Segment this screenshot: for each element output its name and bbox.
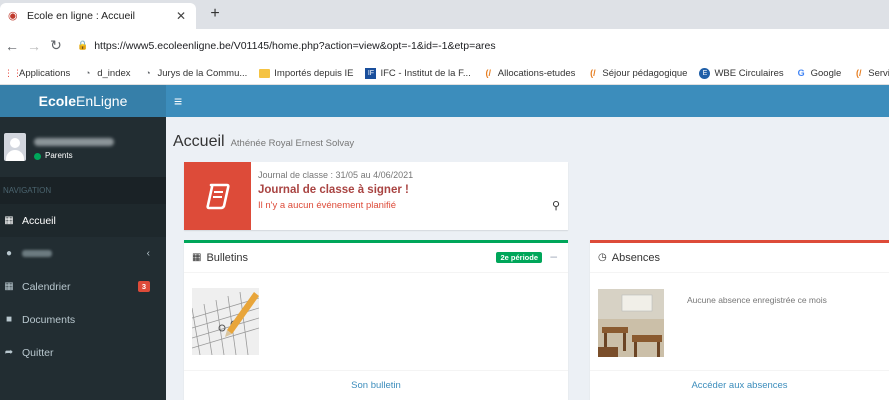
bookmarks-bar: ⋮⋮ Applications ◔ d_index ◔ Jurys de la … xyxy=(0,62,889,85)
url-text: https://www5.ecoleenligne.be/V01145/home… xyxy=(94,39,496,52)
chevron-left-icon: ‹ xyxy=(146,248,150,259)
bookmark-importes-ie[interactable]: Importés depuis IE xyxy=(259,68,353,79)
bulletins-card: ▦ Bulletins 2e période – Son bulletin xyxy=(184,240,568,400)
bookmark-label: Service so xyxy=(868,67,889,79)
bookmark-label: d_index xyxy=(97,67,131,79)
bookmark-label: Séjour pédagogique xyxy=(602,67,688,79)
journal-message: Il n'y a aucun événement planifié xyxy=(258,200,397,211)
avatar xyxy=(4,133,26,161)
bulletin-pencil-image xyxy=(192,288,259,355)
grid-icon: ▦ xyxy=(192,252,202,263)
forward-arrow-icon[interactable]: → xyxy=(23,38,45,54)
close-tab-icon[interactable]: ✕ xyxy=(174,9,188,23)
sidebar-item-accueil[interactable]: ▦ Accueil xyxy=(0,204,166,237)
journal-book-icon xyxy=(184,162,251,230)
absences-card: ◷ Absences Aucune absence enregistrée ce… xyxy=(590,240,889,400)
bookmark-label: Importés depuis IE xyxy=(274,67,354,79)
bulletins-footer: Son bulletin xyxy=(184,370,568,400)
sidebar-item-calendrier[interactable]: ▦ Calendrier 3 xyxy=(0,270,166,303)
journal-title[interactable]: Journal de classe à signer ! xyxy=(258,184,409,196)
page-subtitle: Athénée Royal Ernest Solvay xyxy=(230,138,355,149)
absences-link[interactable]: Accéder aux absences xyxy=(691,380,787,391)
bookmark-label: WBE Circulaires xyxy=(714,67,784,79)
bulletins-header: ▦ Bulletins 2e période – xyxy=(184,243,568,273)
calendar-count-badge: 3 xyxy=(137,281,150,292)
ifc-icon: IF xyxy=(365,67,377,79)
bulletins-title: Bulletins xyxy=(206,251,249,264)
sidebar-item-label: Calendrier xyxy=(22,280,71,293)
logo-bold-text: Ecole xyxy=(38,93,76,109)
folder-icon: ■ xyxy=(5,314,13,325)
lock-icon: 🔒 xyxy=(77,40,89,50)
user-panel: Parents xyxy=(0,117,166,177)
search-icon[interactable]: ⚲ xyxy=(552,199,560,212)
sidebar-item-documents[interactable]: ■ Documents xyxy=(0,303,166,336)
browser-tab[interactable]: ◉ Ecole en ligne : Accueil ✕ xyxy=(0,3,196,29)
sidebar: Parents NAVIGATION ▦ Accueil ● ‹ ▦ Calen… xyxy=(0,117,166,400)
bookmark-label: Allocations-etudes xyxy=(497,67,576,79)
page-title-main: Accueil xyxy=(173,133,225,150)
app-topbar: ≡ xyxy=(166,85,889,117)
bookmark-sejour[interactable]: (/ Séjour pédagogique xyxy=(587,68,687,79)
absences-footer: Accéder aux absences xyxy=(590,370,889,400)
page-title: Accueil Athénée Royal Ernest Solvay xyxy=(173,133,354,151)
sidebar-item-label: Accueil xyxy=(22,214,56,227)
school-favicon-icon: ◉ xyxy=(8,10,18,22)
globe-icon: ◔ xyxy=(145,67,151,78)
absences-header: ◷ Absences xyxy=(590,243,889,273)
user-name-redacted xyxy=(34,138,114,146)
nav-header: NAVIGATION xyxy=(0,177,166,204)
fwb-icon: (/ xyxy=(856,67,862,78)
bookmark-google[interactable]: G Google xyxy=(796,68,842,79)
user-role: Parents xyxy=(45,151,73,160)
browser-tabstrip: ◉ Ecole en ligne : Accueil ✕ + xyxy=(0,0,889,29)
journal-info-box[interactable]: Journal de classe : 31/05 au 4/06/2021 J… xyxy=(184,162,568,230)
fwb-icon: (/ xyxy=(590,67,596,78)
sidebar-item-label: Quitter xyxy=(22,346,54,359)
online-status-icon xyxy=(34,153,41,160)
apps-icon: ⋮⋮ xyxy=(4,67,22,78)
logo-rest-text: EnLigne xyxy=(75,93,128,109)
share-icon: ➦ xyxy=(4,347,14,358)
bookmark-service[interactable]: (/ Service so xyxy=(853,68,889,79)
bulletin-link[interactable]: Son bulletin xyxy=(351,380,401,391)
bookmark-label: Applications xyxy=(19,67,71,79)
bookmark-allocations[interactable]: (/ Allocations-etudes xyxy=(483,68,576,79)
grid-icon: ▦ xyxy=(4,215,14,226)
clock-icon: ◷ xyxy=(598,252,607,263)
url-input[interactable]: 🔒 https://www5.ecoleenligne.be/V01145/ho… xyxy=(77,34,889,58)
address-bar: ← → ↻ 🔒 https://www5.ecoleenligne.be/V01… xyxy=(0,29,889,62)
sidebar-item-label: Documents xyxy=(22,313,76,326)
journal-date: Journal de classe : 31/05 au 4/06/2021 xyxy=(258,170,414,180)
tab-title: Ecole en ligne : Accueil xyxy=(27,10,135,22)
absences-title: Absences xyxy=(611,251,661,264)
reload-icon[interactable]: ↻ xyxy=(45,37,67,54)
bookmark-label: IFC - Institut de la F... xyxy=(380,67,471,79)
new-tab-icon[interactable]: + xyxy=(206,5,224,23)
calendar-icon: ▦ xyxy=(4,281,14,292)
back-arrow-icon[interactable]: ← xyxy=(1,38,23,54)
bookmark-ifc[interactable]: IF IFC - Institut de la F... xyxy=(365,67,471,79)
period-badge: 2e période xyxy=(496,252,542,263)
classroom-image xyxy=(598,289,664,357)
bookmark-jurys[interactable]: ◔ Jurys de la Commu... xyxy=(143,67,248,79)
user-icon: ● xyxy=(5,248,13,259)
bookmark-applications[interactable]: ⋮⋮ Applications xyxy=(4,68,70,79)
bookmark-label: Google xyxy=(810,67,842,79)
hamburger-menu-icon[interactable]: ≡ xyxy=(174,93,182,109)
sidebar-item-quitter[interactable]: ➦ Quitter xyxy=(0,336,166,369)
collapse-minus-icon[interactable]: – xyxy=(550,249,557,263)
app-logo[interactable]: Ecole EnLigne xyxy=(0,85,166,117)
sidebar-item-user[interactable]: ● ‹ xyxy=(0,237,166,270)
wbe-icon: E xyxy=(699,67,711,79)
absences-message: Aucune absence enregistrée ce mois xyxy=(687,295,827,305)
fwb-icon: (/ xyxy=(485,67,492,78)
bookmark-d-index[interactable]: ◔ d_index xyxy=(82,67,131,79)
bookmark-label: Jurys de la Commu... xyxy=(157,67,248,79)
sidebar-item-label-redacted xyxy=(22,250,52,257)
google-icon: G xyxy=(797,67,805,78)
folder-icon xyxy=(259,68,271,78)
bookmark-wbe[interactable]: E WBE Circulaires xyxy=(699,67,784,79)
globe-icon: ◔ xyxy=(85,67,91,78)
